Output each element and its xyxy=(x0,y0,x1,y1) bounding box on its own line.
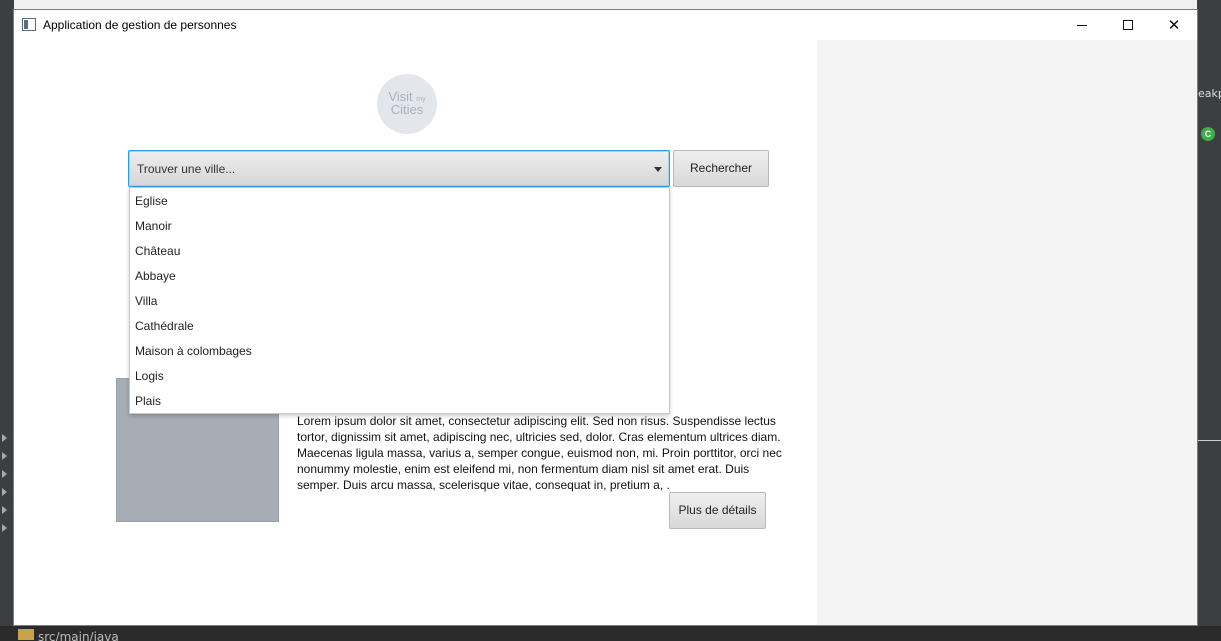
close-icon: ✕ xyxy=(1167,16,1181,34)
folder-icon xyxy=(18,629,34,640)
ide-project-path[interactable]: src/main/java xyxy=(38,630,119,641)
ide-top-strip xyxy=(0,0,1221,9)
dropdown-option[interactable]: Maison à colombages xyxy=(130,339,669,364)
maximize-icon xyxy=(1123,20,1133,30)
chevron-down-icon[interactable] xyxy=(654,167,662,172)
tree-arrow-icon[interactable] xyxy=(2,488,7,496)
minimize-button[interactable] xyxy=(1059,10,1105,40)
more-details-button[interactable]: Plus de détails xyxy=(669,492,766,529)
title-bar[interactable]: Application de gestion de personnes ✕ xyxy=(14,10,1197,40)
tree-arrow-icon[interactable] xyxy=(2,452,7,460)
tree-arrow-icon[interactable] xyxy=(2,470,7,478)
window-title: Application de gestion de personnes xyxy=(43,18,237,32)
ide-right-label: eakpo xyxy=(1198,87,1221,100)
ide-left-panel xyxy=(0,0,14,641)
search-button[interactable]: Rechercher xyxy=(673,150,769,187)
tree-arrow-icon[interactable] xyxy=(2,524,7,532)
combobox-value: Trouver une ville... xyxy=(137,162,236,176)
city-search-combobox[interactable]: Trouver une ville... xyxy=(128,150,670,187)
ide-tree-arrows xyxy=(2,434,10,542)
dropdown-option[interactable]: Villa xyxy=(130,289,669,314)
minimize-icon xyxy=(1077,25,1087,26)
dropdown-option[interactable]: Manoir xyxy=(130,214,669,239)
dropdown-option[interactable]: Cathédrale xyxy=(130,314,669,339)
maximize-button[interactable] xyxy=(1105,10,1151,40)
right-side-panel xyxy=(817,40,1197,625)
city-description: Lorem ipsum dolor sit amet, consectetur … xyxy=(297,414,782,492)
dropdown-option[interactable]: Château xyxy=(130,239,669,264)
ide-class-badge-icon: C xyxy=(1201,127,1215,141)
tree-arrow-icon[interactable] xyxy=(2,506,7,514)
close-button[interactable]: ✕ xyxy=(1151,10,1197,40)
app-window: Application de gestion de personnes ✕ Vi… xyxy=(13,9,1198,626)
dropdown-option[interactable]: Logis xyxy=(130,364,669,389)
dropdown-option[interactable]: Plais xyxy=(130,389,669,414)
combobox-dropdown-list: Eglise Manoir Château Abbaye Villa Cathé… xyxy=(129,187,670,414)
ide-divider xyxy=(1197,440,1221,441)
app-icon xyxy=(22,18,36,31)
tree-arrow-icon[interactable] xyxy=(2,434,7,442)
dropdown-option[interactable]: Abbaye xyxy=(130,264,669,289)
visit-my-cities-logo: Visit my Cities xyxy=(377,74,437,134)
dropdown-option[interactable]: Eglise xyxy=(130,189,669,214)
ide-bottom-strip xyxy=(0,626,1221,641)
logo-text-cities: Cities xyxy=(390,102,424,117)
